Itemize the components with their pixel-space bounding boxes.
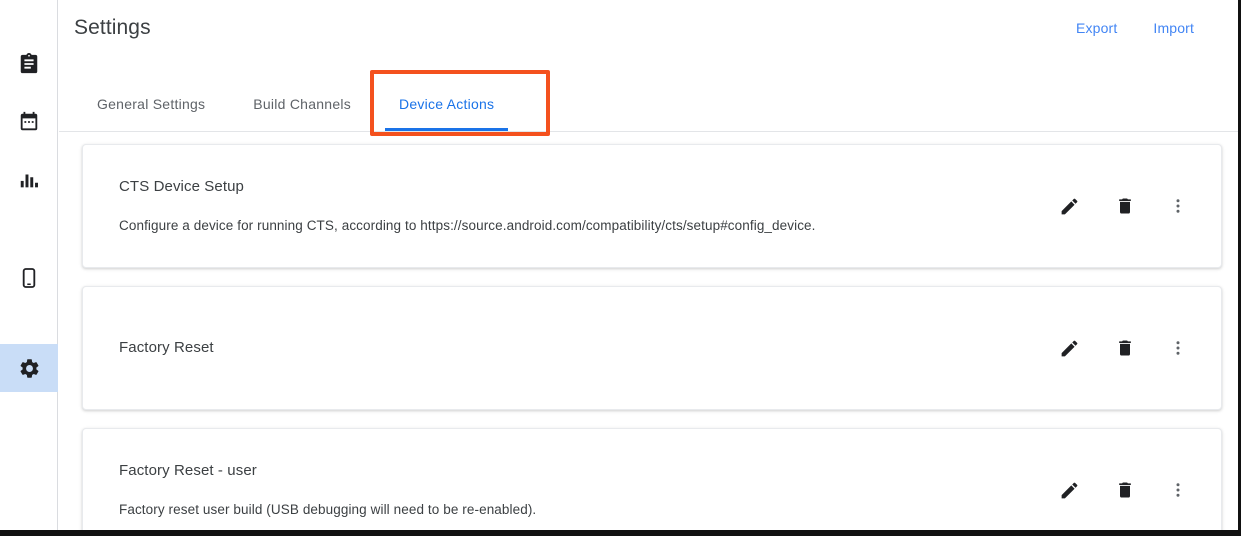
import-button[interactable]: Import bbox=[1153, 20, 1194, 36]
device-action-title: CTS Device Setup bbox=[119, 178, 244, 195]
pencil-icon bbox=[1059, 338, 1080, 359]
main-content: Settings Export Import General Settings … bbox=[59, 0, 1238, 530]
sidebar-nav bbox=[0, 0, 58, 530]
more-options-button[interactable] bbox=[1153, 326, 1203, 370]
device-action-text: Factory Reset bbox=[119, 337, 1041, 359]
trash-icon bbox=[1115, 338, 1135, 358]
device-action-title: Factory Reset bbox=[119, 339, 214, 356]
table-row[interactable]: Factory Reset - user Factory reset user … bbox=[82, 428, 1222, 530]
trash-icon bbox=[1115, 480, 1135, 500]
sidebar-item-settings[interactable] bbox=[0, 344, 58, 392]
gear-icon bbox=[18, 357, 41, 380]
trash-icon bbox=[1115, 196, 1135, 216]
pencil-icon bbox=[1059, 480, 1080, 501]
tab-general-settings[interactable]: General Settings bbox=[73, 76, 229, 131]
edit-button[interactable] bbox=[1041, 468, 1097, 512]
more-vert-icon bbox=[1169, 197, 1187, 215]
page-header: Settings Export Import bbox=[59, 0, 1238, 76]
more-options-button[interactable] bbox=[1153, 184, 1203, 228]
more-options-button[interactable] bbox=[1153, 468, 1203, 512]
tab-bar: General Settings Build Channels Device A… bbox=[59, 76, 1238, 132]
table-row[interactable]: Factory Reset bbox=[82, 286, 1222, 410]
sidebar-item-test-runs[interactable] bbox=[0, 40, 58, 88]
tab-build-channels[interactable]: Build Channels bbox=[229, 76, 375, 131]
export-button[interactable]: Export bbox=[1076, 20, 1117, 36]
device-action-controls bbox=[1041, 184, 1203, 228]
more-vert-icon bbox=[1169, 339, 1187, 357]
bar-chart-icon bbox=[18, 169, 40, 191]
sidebar-item-devices[interactable] bbox=[0, 254, 58, 302]
device-action-description: Factory reset user build (USB debugging … bbox=[119, 502, 537, 517]
device-action-controls bbox=[1041, 326, 1203, 370]
more-vert-icon bbox=[1169, 481, 1187, 499]
sidebar-item-results[interactable] bbox=[0, 156, 58, 204]
device-actions-list: CTS Device Setup Configure a device for … bbox=[59, 132, 1238, 530]
delete-button[interactable] bbox=[1097, 326, 1153, 370]
device-action-controls bbox=[1041, 468, 1203, 512]
device-action-text: Factory Reset - user Factory reset user … bbox=[119, 460, 1041, 520]
app-window: Settings Export Import General Settings … bbox=[0, 0, 1241, 536]
pencil-icon bbox=[1059, 196, 1080, 217]
tab-device-actions[interactable]: Device Actions bbox=[375, 76, 518, 131]
calendar-icon bbox=[18, 111, 40, 133]
device-action-text: CTS Device Setup Configure a device for … bbox=[119, 176, 1041, 236]
page-title: Settings bbox=[74, 16, 151, 39]
edit-button[interactable] bbox=[1041, 184, 1097, 228]
header-actions: Export Import bbox=[1076, 0, 1214, 36]
sidebar-item-schedules[interactable] bbox=[0, 98, 58, 146]
device-action-title: Factory Reset - user bbox=[119, 462, 257, 479]
clipboard-icon bbox=[18, 53, 40, 75]
smartphone-icon bbox=[18, 267, 40, 289]
table-row[interactable]: CTS Device Setup Configure a device for … bbox=[82, 144, 1222, 268]
delete-button[interactable] bbox=[1097, 184, 1153, 228]
device-action-description: Configure a device for running CTS, acco… bbox=[119, 218, 816, 233]
delete-button[interactable] bbox=[1097, 468, 1153, 512]
edit-button[interactable] bbox=[1041, 326, 1097, 370]
